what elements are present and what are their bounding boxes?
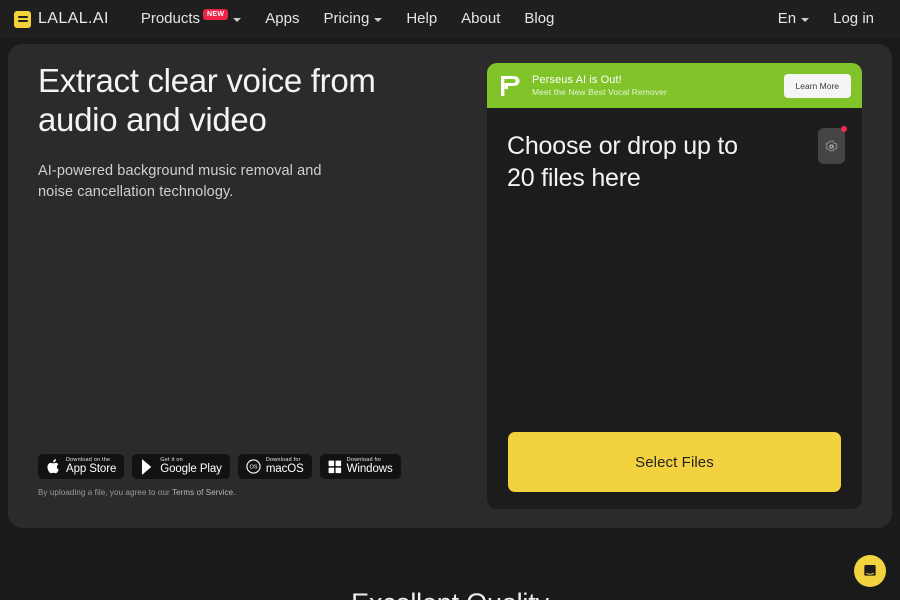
- language-selector[interactable]: En: [766, 0, 821, 38]
- macos-badge-text: Download for macOS: [266, 457, 304, 476]
- hero-subtitle-line1: AI-powered background music removal and: [38, 163, 322, 180]
- apple-icon: [46, 458, 61, 475]
- nav-item-help[interactable]: Help: [394, 0, 449, 38]
- svg-text:OS: OS: [249, 465, 257, 471]
- gear-icon: [825, 140, 838, 151]
- nav-item-products[interactable]: Products NEW: [129, 0, 253, 38]
- nav-item-blog[interactable]: Blog: [512, 0, 566, 38]
- app-store-badge-text: Download on the App Store: [66, 457, 116, 476]
- select-files-button[interactable]: Select Files: [508, 432, 841, 492]
- drop-zone-title: Choose or drop up to 20 files here: [507, 130, 792, 194]
- macos-badge-bottom: macOS: [265, 462, 304, 475]
- promo-banner-subtitle: Meet the New Best Vocal Remover: [532, 87, 667, 97]
- nav-item-about-label: About: [461, 10, 501, 27]
- nav-item-apps[interactable]: Apps: [253, 0, 311, 38]
- next-section: Excellent Quality: [0, 528, 900, 600]
- upload-card: Perseus AI is Out! Meet the New Best Voc…: [487, 63, 862, 509]
- terms-of-service-link[interactable]: Terms of Service.: [172, 488, 236, 497]
- nav-left-group: LALAL.AI Products NEW Apps Pricing Help …: [14, 0, 566, 38]
- upload-settings-button[interactable]: [818, 126, 847, 164]
- drop-zone-title-line2: 20 files here: [507, 164, 641, 192]
- windows-icon: [328, 460, 342, 474]
- page-title-line1: Extract clear voice from: [38, 62, 376, 99]
- app-store-badge-bottom: App Store: [66, 462, 117, 475]
- brand-name: LALAL.AI: [38, 10, 109, 27]
- page-title: Extract clear voice from audio and video: [38, 62, 468, 139]
- language-selector-label: En: [777, 10, 797, 27]
- perseus-logo-icon: [498, 73, 524, 99]
- top-navbar: LALAL.AI Products NEW Apps Pricing Help …: [0, 0, 900, 38]
- next-section-title: Excellent Quality: [0, 588, 900, 600]
- lalal-logo-icon: [14, 10, 31, 28]
- nav-products-new-badge: NEW: [203, 8, 229, 20]
- page-title-line2: audio and video: [38, 100, 267, 138]
- google-play-badge-bottom: Google Play: [160, 462, 222, 475]
- chevron-down-icon: [233, 17, 242, 22]
- store-badges: Download on the App Store Get it on Goog…: [38, 454, 401, 479]
- promo-banner[interactable]: Perseus AI is Out! Meet the New Best Voc…: [487, 63, 862, 108]
- page-root: LALAL.AI Products NEW Apps Pricing Help …: [0, 0, 900, 600]
- nav-item-blog-label: Blog: [524, 10, 555, 27]
- promo-banner-title: Perseus AI is Out!: [532, 74, 622, 86]
- file-drop-zone[interactable]: Choose or drop up to 20 files here: [487, 108, 862, 464]
- hero-subtitle-line2: noise cancellation technology.: [38, 184, 234, 201]
- settings-notification-dot: [841, 126, 847, 132]
- drop-zone-title-line1: Choose or drop up to: [507, 132, 738, 160]
- google-play-badge[interactable]: Get it on Google Play: [132, 454, 230, 479]
- app-store-badge[interactable]: Download on the App Store: [38, 454, 125, 479]
- terms-notice: By uploading a file, you agree to our Te…: [38, 488, 235, 497]
- windows-badge-text: Download for Windows: [347, 457, 393, 476]
- brand-logo[interactable]: LALAL.AI: [14, 10, 109, 28]
- login-button-label: Log in: [833, 10, 874, 27]
- chat-bubble-icon: [864, 565, 876, 576]
- chevron-down-icon: [374, 17, 383, 22]
- hero-copy: Extract clear voice from audio and video…: [38, 62, 468, 203]
- login-button[interactable]: Log in: [821, 0, 886, 38]
- nav-item-apps-label: Apps: [265, 10, 300, 27]
- chevron-down-icon: [801, 17, 810, 22]
- nav-item-about[interactable]: About: [449, 0, 512, 38]
- google-play-icon: [140, 458, 155, 475]
- terms-notice-text: By uploading a file, you agree to our: [38, 488, 172, 497]
- nav-item-pricing-label: Pricing: [323, 10, 370, 27]
- windows-badge[interactable]: Download for Windows: [319, 454, 401, 479]
- chat-widget-button[interactable]: [854, 555, 886, 587]
- macos-badge[interactable]: OS Download for macOS: [237, 454, 312, 479]
- macos-icon: OS: [246, 459, 261, 474]
- promo-banner-text: Perseus AI is Out! Meet the New Best Voc…: [532, 74, 667, 97]
- learn-more-button[interactable]: Learn More: [783, 73, 851, 98]
- hero-subtitle: AI-powered background music removal and …: [38, 161, 468, 203]
- google-play-badge-text: Get it on Google Play: [160, 457, 222, 476]
- nav-item-products-label: Products: [140, 10, 201, 27]
- hero-panel: Extract clear voice from audio and video…: [8, 44, 892, 528]
- windows-badge-bottom: Windows: [346, 462, 393, 475]
- nav-item-pricing[interactable]: Pricing: [311, 0, 394, 38]
- nav-right-group: En Log in: [766, 0, 886, 38]
- nav-item-help-label: Help: [406, 10, 438, 27]
